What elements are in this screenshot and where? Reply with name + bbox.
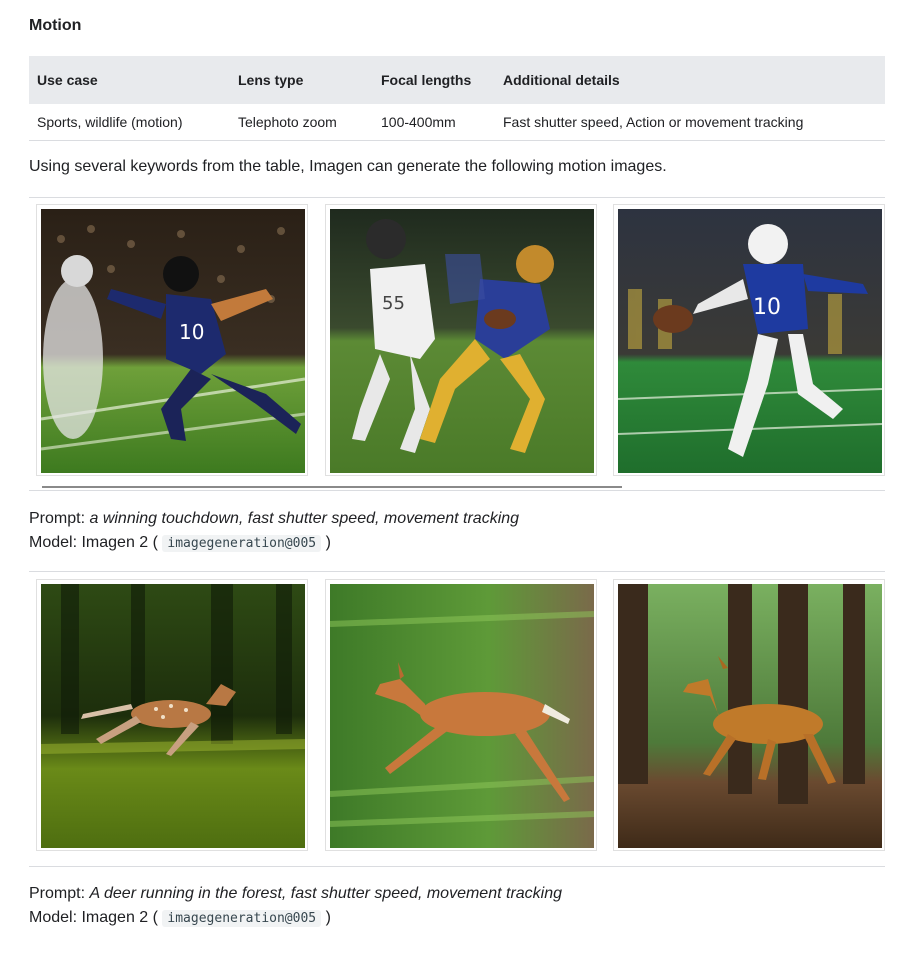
gallery-image[interactable]: [36, 579, 308, 851]
table-cell: Telephoto zoom: [230, 104, 373, 141]
lens-spec-table: Use case Lens type Focal lengths Additio…: [29, 56, 885, 141]
table-cell: Sports, wildlife (motion): [29, 104, 230, 141]
gallery-image[interactable]: [613, 579, 885, 851]
deer-forest-image: [618, 584, 882, 848]
model-close: ): [325, 534, 331, 551]
model-line: Model: Imagen 2 ( imagegeneration@005 ): [29, 906, 562, 931]
football-runners-image: 55: [330, 209, 594, 473]
model-close: ): [325, 909, 331, 926]
model-code: imagegeneration@005: [162, 535, 322, 552]
caption-deer: Prompt: A deer running in the forest, fa…: [29, 882, 562, 931]
column-header: Additional details: [495, 56, 885, 104]
gallery-image[interactable]: [325, 579, 597, 851]
gallery-image[interactable]: 55: [325, 204, 597, 476]
gallery-image[interactable]: 10: [36, 204, 308, 476]
prompt-line: Prompt: a winning touchdown, fast shutte…: [29, 507, 519, 531]
divider: [29, 571, 885, 572]
image-gallery-football[interactable]: 10 55 10: [36, 204, 888, 476]
model-line: Model: Imagen 2 ( imagegeneration@005 ): [29, 531, 519, 556]
prompt-line: Prompt: A deer running in the forest, fa…: [29, 882, 562, 906]
gallery-scrollbar[interactable]: [42, 486, 622, 488]
football-player-image: 10: [41, 209, 305, 473]
table-row: Sports, wildlife (motion) Telephoto zoom…: [29, 104, 885, 141]
fawn-running-image: [41, 584, 305, 848]
prompt-text: a winning touchdown, fast shutter speed,…: [89, 510, 520, 527]
column-header: Focal lengths: [373, 56, 495, 104]
prompt-label: Prompt:: [29, 510, 86, 527]
model-label: Model: Imagen 2 (: [29, 909, 158, 926]
image-gallery-deer[interactable]: [36, 579, 888, 851]
divider: [29, 866, 885, 867]
column-header: Use case: [29, 56, 230, 104]
football-kicker-image: 10: [618, 209, 882, 473]
svg-text:55: 55: [382, 293, 405, 314]
prompt-text: A deer running in the forest, fast shutt…: [89, 885, 563, 902]
model-code: imagegeneration@005: [162, 910, 322, 927]
deer-leaping-image: [330, 584, 594, 848]
table-cell: 100-400mm: [373, 104, 495, 141]
svg-text:10: 10: [179, 320, 204, 344]
prompt-label: Prompt:: [29, 885, 86, 902]
svg-text:10: 10: [753, 295, 781, 320]
table-cell: Fast shutter speed, Action or movement t…: [495, 104, 885, 141]
caption-football: Prompt: a winning touchdown, fast shutte…: [29, 507, 519, 556]
divider: [29, 197, 885, 198]
gallery-image[interactable]: 10: [613, 204, 885, 476]
docs-page: Motion Use case Lens type Focal lengths …: [0, 0, 911, 957]
column-header: Lens type: [230, 56, 373, 104]
model-label: Model: Imagen 2 (: [29, 534, 158, 551]
divider: [29, 490, 885, 491]
section-title: Motion: [29, 17, 82, 34]
intro-text: Using several keywords from the table, I…: [29, 158, 667, 175]
table-header-row: Use case Lens type Focal lengths Additio…: [29, 56, 885, 104]
